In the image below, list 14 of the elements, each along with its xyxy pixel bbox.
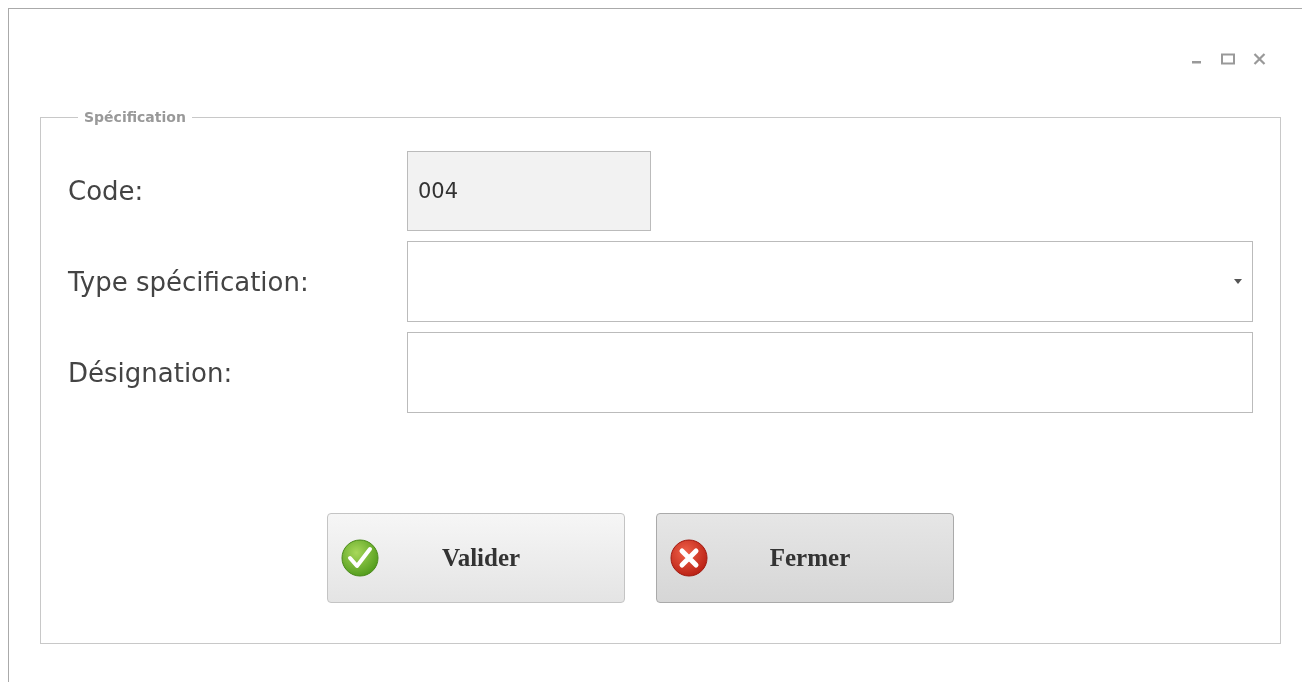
caret-icon (1234, 279, 1242, 284)
close-button[interactable]: Fermer (656, 513, 954, 603)
type-dropdown[interactable] (407, 241, 1253, 322)
field-label: Désignation: (68, 357, 234, 388)
designation-field[interactable] (407, 332, 1253, 413)
field-label: Type spécification: (68, 266, 310, 297)
code-field[interactable]: 004 (407, 151, 651, 231)
field-label: Code: (68, 176, 145, 206)
validate-button[interactable]: Valider (327, 513, 625, 603)
maximize-icon[interactable] (1221, 53, 1235, 65)
cross-icon (669, 538, 709, 578)
close-icon[interactable] (1253, 53, 1266, 65)
check-icon (340, 538, 380, 578)
group-title: Spécification (83, 109, 187, 125)
